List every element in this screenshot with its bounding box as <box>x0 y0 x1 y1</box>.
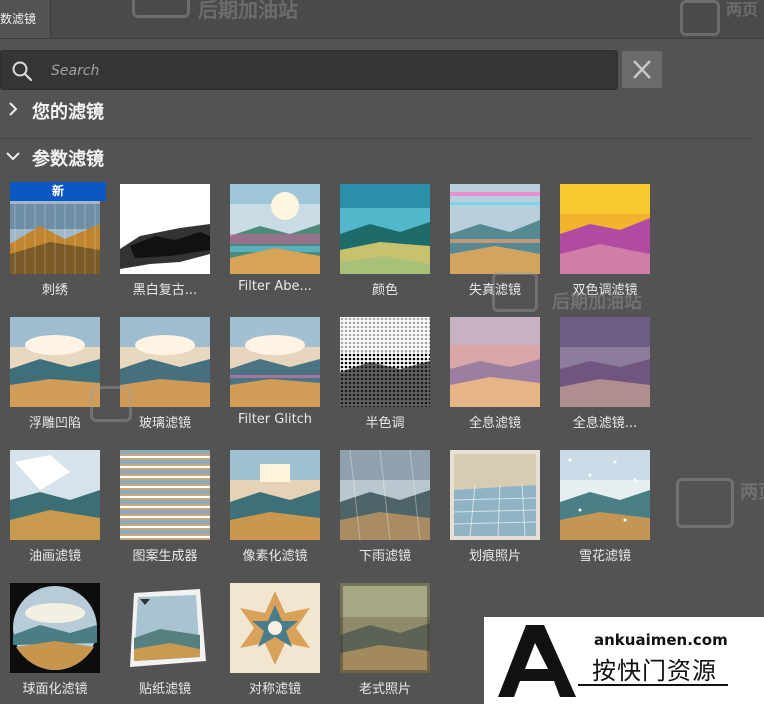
filter-label: 颜色 <box>371 283 398 298</box>
search-icon <box>12 61 33 82</box>
filter-tile[interactable]: 雪花滤镜 <box>560 448 670 568</box>
brand-logo-icon <box>498 625 576 697</box>
section-title: 您的滤镜 <box>32 102 104 123</box>
filter-label: 对称滤镜 <box>248 682 301 697</box>
watermark-camera-icon <box>492 272 538 312</box>
filter-tile[interactable]: 玻璃滤镜 <box>120 315 230 435</box>
filter-thumbnail <box>450 450 540 540</box>
watermark-text: 后期加油站 <box>552 292 642 313</box>
site-banner: ankuaimen.com 按快门资源 <box>484 617 764 704</box>
filter-thumbnail <box>560 317 650 407</box>
watermark-camera-icon <box>676 478 734 528</box>
filter-label: 下雨滤镜 <box>358 549 411 564</box>
site-domain: ankuaimen.com <box>594 631 728 649</box>
watermark-camera-icon <box>90 386 132 422</box>
filter-thumbnail <box>120 184 210 274</box>
filter-tile[interactable]: 油画滤镜 <box>10 448 120 568</box>
divider <box>578 684 728 686</box>
filter-thumbnail <box>10 450 100 540</box>
watermark-camera-icon <box>680 0 720 36</box>
divider <box>0 138 752 139</box>
filter-label: 全息滤镜... <box>572 416 638 431</box>
filter-tile[interactable]: 全息滤镜 <box>450 315 560 435</box>
filter-label: 黑白复古... <box>132 283 198 298</box>
filter-tile[interactable]: 球面化滤镜 <box>10 581 120 701</box>
filter-tile[interactable]: Filter Abe... <box>230 182 340 302</box>
filter-thumbnail <box>340 184 430 274</box>
section-your-filters[interactable]: 您的滤镜 <box>0 96 764 124</box>
filter-thumbnail <box>120 317 210 407</box>
filter-thumbnail <box>230 450 320 540</box>
filter-thumbnail <box>450 317 540 407</box>
filter-thumbnail <box>10 583 100 673</box>
filter-thumbnail <box>560 450 650 540</box>
section-parametric-filters[interactable]: 参数滤镜 <box>0 143 764 171</box>
filter-tile[interactable]: 老式照片 <box>340 581 450 701</box>
filter-label: Filter Glitch <box>237 412 313 427</box>
filter-tile[interactable]: 像素化滤镜 <box>230 448 340 568</box>
filter-label: 雪花滤镜 <box>578 549 631 564</box>
new-badge: 新 <box>10 182 106 201</box>
clear-search-button[interactable] <box>622 51 662 88</box>
filter-tile[interactable]: 图案生成器 <box>120 448 230 568</box>
filter-label: 像素化滤镜 <box>242 549 308 564</box>
filter-label: 图案生成器 <box>132 549 198 564</box>
filter-thumbnail <box>340 317 430 407</box>
tab-neural-filters[interactable]: 数滤镜 <box>0 0 51 38</box>
filter-thumbnail <box>340 583 430 673</box>
filter-tile[interactable]: 全息滤镜... <box>560 315 670 435</box>
filter-label: 贴纸滤镜 <box>138 682 191 697</box>
site-name: 按快门资源 <box>592 657 717 685</box>
filter-tile[interactable]: 贴纸滤镜 <box>120 581 230 701</box>
filter-thumbnail <box>120 583 210 673</box>
filter-label: 划痕照片 <box>468 549 521 564</box>
filter-thumbnail <box>450 184 540 274</box>
filter-thumbnail <box>340 450 430 540</box>
tab-bar: 数滤镜 <box>0 0 764 39</box>
filter-label: 老式照片 <box>358 682 411 697</box>
filter-tile[interactable]: 黑白复古... <box>120 182 230 302</box>
filter-label: 油画滤镜 <box>28 549 81 564</box>
filter-label: Filter Abe... <box>238 279 312 294</box>
filter-label: 球面化滤镜 <box>22 682 88 697</box>
filter-thumbnail <box>230 317 320 407</box>
filter-tile[interactable]: 划痕照片 <box>450 448 560 568</box>
filter-label: 半色调 <box>365 416 405 431</box>
filter-tile[interactable]: Filter Glitch <box>230 315 340 435</box>
chevron-right-icon <box>9 102 18 116</box>
filter-thumbnail <box>10 317 100 407</box>
filter-tile[interactable]: 新 刺绣 <box>10 182 120 302</box>
filter-thumbnail <box>230 184 320 274</box>
search-row <box>0 50 764 90</box>
search-input[interactable] <box>49 59 593 83</box>
watermark-text: 两页 <box>726 0 759 19</box>
watermark-camera-icon <box>132 0 190 18</box>
filter-tile[interactable]: 对称滤镜 <box>230 581 340 701</box>
close-icon <box>633 60 651 79</box>
search-box[interactable] <box>0 50 618 90</box>
filter-thumbnail <box>230 583 320 673</box>
filter-tile[interactable]: 双色调滤镜 <box>560 182 670 302</box>
filter-thumbnail <box>120 450 210 540</box>
filter-tile[interactable]: 颜色 <box>340 182 450 302</box>
filter-tile[interactable]: 下雨滤镜 <box>340 448 450 568</box>
filter-thumbnail <box>560 184 650 274</box>
filter-label: 全息滤镜 <box>468 416 521 431</box>
filter-tile[interactable]: 半色调 <box>340 315 450 435</box>
watermark-text: 后期加油站 <box>198 0 298 22</box>
filter-label: 刺绣 <box>41 283 68 298</box>
section-title: 参数滤镜 <box>32 149 104 170</box>
chevron-down-icon <box>6 152 20 161</box>
watermark-text: 两页 <box>740 482 764 503</box>
